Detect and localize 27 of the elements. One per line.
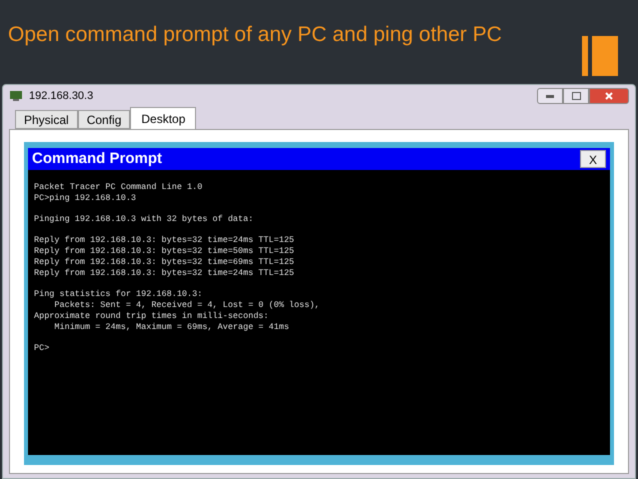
- close-button[interactable]: X: [580, 150, 606, 168]
- terminal-line: Reply from 192.168.10.3: bytes=32 time=24ms TTL=125: [34, 268, 296, 279]
- close-icon: [605, 92, 613, 100]
- computer-icon: [9, 90, 25, 102]
- maximize-button[interactable]: [563, 88, 589, 104]
- terminal-line: Reply from 192.168.10.3: bytes=32 time=69ms TTL=125: [34, 257, 296, 268]
- minimize-button[interactable]: [537, 88, 563, 104]
- terminal-line: Packet Tracer PC Command Line 1.0: [34, 182, 204, 193]
- terminal-line: PC>: [34, 343, 50, 354]
- terminal-line: Pinging 192.168.10.3 with 32 bytes of data:: [34, 214, 254, 225]
- tab[interactable]: Config: [78, 110, 130, 129]
- terminal-line: Minimum = 24ms, Maximum = 69ms, Average = 41ms: [53, 322, 290, 333]
- terminal-line: Approximate round trip times in milli-seconds:: [34, 311, 270, 322]
- slide-title: Open command prompt of any PC and ping other PC: [8, 22, 503, 48]
- minimize-icon: [546, 94, 554, 98]
- tab[interactable]: Desktop: [130, 107, 196, 129]
- terminal-line: Reply from 192.168.10.3: bytes=32 time=24ms TTL=125: [34, 235, 296, 246]
- terminal-line: Packets: Sent = 4, Received = 4, Lost = 0 (0% loss),: [53, 300, 321, 311]
- terminal-line: Ping statistics for 192.168.10.3:: [34, 289, 204, 300]
- maximize-icon: [572, 92, 580, 100]
- tab[interactable]: Physical: [15, 110, 78, 129]
- window-title: 192.168.30.3: [29, 88, 94, 104]
- command-prompt-title: Command Prompt: [32, 148, 162, 169]
- terminal-line: Reply from 192.168.10.3: bytes=32 time=50ms TTL=125: [34, 246, 296, 257]
- logo-icon: [582, 36, 618, 76]
- terminal-line: PC>ping 192.168.10.3: [34, 193, 138, 204]
- close-button[interactable]: [589, 88, 629, 104]
